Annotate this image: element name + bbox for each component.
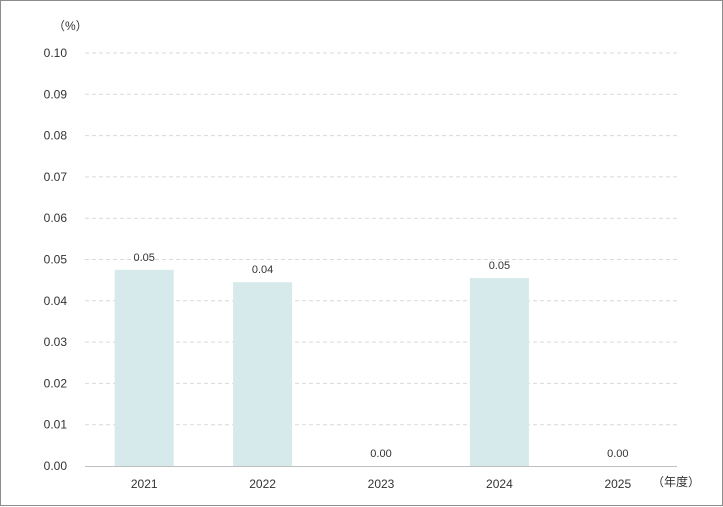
y-tick-label: 0.00 xyxy=(44,459,68,473)
bar-2024 xyxy=(469,278,529,466)
y-tick-label: 0.03 xyxy=(44,335,68,349)
y-tick-label: 0.06 xyxy=(44,211,68,225)
x-tick-label-2024: 2024 xyxy=(486,477,513,491)
y-tick-label: 0.10 xyxy=(44,46,68,60)
data-label-2024: 0.05 xyxy=(489,260,510,272)
x-tick-label-2025: 2025 xyxy=(604,477,631,491)
data-label-2021: 0.05 xyxy=(133,252,154,264)
y-tick-label: 0.07 xyxy=(44,170,68,184)
gridlines xyxy=(85,52,677,426)
y-tick-label: 0.05 xyxy=(44,253,68,267)
y-tick-label: 0.02 xyxy=(44,376,68,390)
bar-chart: 0.00 0.01 0.02 0.03 0.04 0.05 0.06 0.07 0.08 0.09… xyxy=(44,19,700,491)
bar-2021 xyxy=(114,269,174,466)
x-tick-label-2022: 2022 xyxy=(249,477,276,491)
data-label-2022: 0.04 xyxy=(252,264,273,276)
x-tick-label-2023: 2023 xyxy=(368,477,395,491)
y-unit-label: （%） xyxy=(53,19,88,33)
y-tick-label: 0.08 xyxy=(44,129,68,143)
x-tick-label-2021: 2021 xyxy=(131,477,158,491)
data-label-2023: 0.00 xyxy=(370,448,391,460)
chart-frame: 0.00 0.01 0.02 0.03 0.04 0.05 0.06 0.07 0.08 0.09… xyxy=(0,0,723,506)
bars xyxy=(114,269,529,466)
x-unit-label: （年度） xyxy=(652,474,700,489)
y-tick-label: 0.04 xyxy=(44,294,68,308)
bar-2022 xyxy=(233,282,293,466)
y-tick-label: 0.09 xyxy=(44,87,68,101)
y-tick-label: 0.01 xyxy=(44,418,68,432)
data-label-2025: 0.00 xyxy=(607,448,628,460)
